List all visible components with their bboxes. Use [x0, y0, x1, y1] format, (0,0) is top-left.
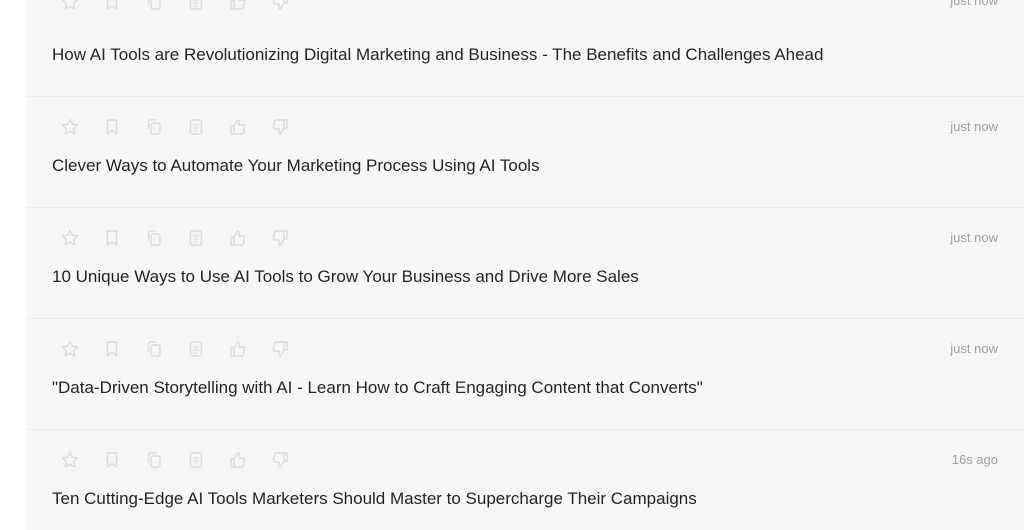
thumbs-down-icon[interactable]	[270, 228, 290, 248]
bookmark-icon[interactable]	[102, 117, 122, 137]
document-icon[interactable]	[186, 228, 206, 248]
document-icon[interactable]	[186, 117, 206, 137]
star-icon[interactable]	[60, 117, 80, 137]
thumbs-up-icon[interactable]	[228, 339, 248, 359]
thumbs-down-icon[interactable]	[270, 117, 290, 137]
bookmark-icon[interactable]	[102, 0, 122, 12]
item-title[interactable]: Ten Cutting-Edge AI Tools Marketers Shou…	[52, 489, 697, 509]
copy-icon[interactable]	[144, 0, 164, 12]
copy-icon[interactable]	[144, 450, 164, 470]
timestamp: just now	[950, 230, 998, 245]
timestamp: 16s ago	[951, 452, 998, 467]
list-item[interactable]: just now "Data-Driven Storytelling with …	[27, 319, 1024, 430]
list-item[interactable]: 16s ago Ten Cutting-Edge AI Tools Market…	[27, 430, 1024, 530]
thumbs-up-icon[interactable]	[228, 0, 248, 12]
item-title[interactable]: Clever Ways to Automate Your Marketing P…	[52, 156, 540, 176]
thumbs-up-icon[interactable]	[228, 117, 248, 137]
document-icon[interactable]	[186, 450, 206, 470]
copy-icon[interactable]	[144, 339, 164, 359]
bookmark-icon[interactable]	[102, 339, 122, 359]
thumbs-down-icon[interactable]	[270, 339, 290, 359]
timestamp: just now	[950, 341, 998, 356]
copy-icon[interactable]	[144, 117, 164, 137]
item-toolbar	[60, 228, 290, 248]
bookmark-icon[interactable]	[102, 450, 122, 470]
star-icon[interactable]	[60, 339, 80, 359]
results-list: just now How AI Tools are Revolutionizin…	[27, 0, 1024, 530]
star-icon[interactable]	[60, 228, 80, 248]
thumbs-up-icon[interactable]	[228, 228, 248, 248]
item-toolbar	[60, 117, 290, 137]
document-icon[interactable]	[186, 339, 206, 359]
timestamp: just now	[950, 119, 998, 134]
timestamp: just now	[950, 0, 998, 8]
item-title[interactable]: How AI Tools are Revolutionizing Digital…	[52, 45, 823, 65]
list-item[interactable]: just now 10 Unique Ways to Use AI Tools …	[27, 208, 1024, 319]
item-title[interactable]: "Data-Driven Storytelling with AI - Lear…	[52, 378, 703, 398]
thumbs-up-icon[interactable]	[228, 450, 248, 470]
star-icon[interactable]	[60, 0, 80, 12]
thumbs-down-icon[interactable]	[270, 0, 290, 12]
item-toolbar	[60, 0, 290, 12]
item-title[interactable]: 10 Unique Ways to Use AI Tools to Grow Y…	[52, 267, 639, 287]
document-icon[interactable]	[186, 0, 206, 12]
list-item[interactable]: just now Clever Ways to Automate Your Ma…	[27, 97, 1024, 208]
bookmark-icon[interactable]	[102, 228, 122, 248]
copy-icon[interactable]	[144, 228, 164, 248]
list-item[interactable]: just now How AI Tools are Revolutionizin…	[27, 0, 1024, 97]
thumbs-down-icon[interactable]	[270, 450, 290, 470]
star-icon[interactable]	[60, 450, 80, 470]
item-toolbar	[60, 339, 290, 359]
item-toolbar	[60, 450, 290, 470]
